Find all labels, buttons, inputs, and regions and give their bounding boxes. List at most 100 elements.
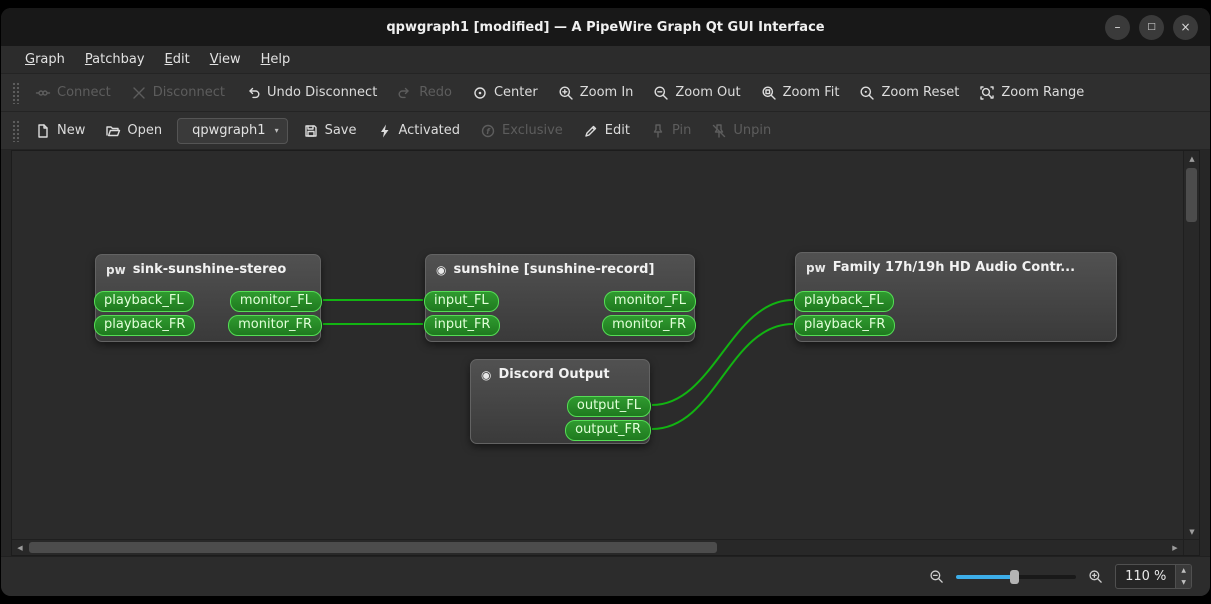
save-button[interactable]: Save — [294, 116, 366, 146]
spin-up-icon[interactable]: ▲ — [1176, 565, 1191, 577]
session-name: qpwgraph1 — [192, 123, 266, 138]
titlebar[interactable]: qpwgraph1 [modified] — A PipeWire Graph … — [1, 8, 1210, 46]
horizontal-scroll-thumb[interactable] — [29, 542, 717, 553]
new-file-icon — [38, 123, 48, 138]
zoom-in-icon[interactable] — [1088, 569, 1103, 584]
patchbay-toolbar: New Open qpwgraph1 ▾ Save Activated f Ex… — [1, 112, 1210, 150]
zoom-spinbox[interactable]: 110 % ▲ ▼ — [1115, 564, 1192, 589]
maximize-icon: □ — [1147, 21, 1156, 32]
zoom-slider-fill — [956, 574, 1014, 579]
menu-edit[interactable]: Edit — [155, 46, 200, 73]
port-in[interactable]: playback_FR — [794, 315, 896, 336]
undo-icon — [249, 87, 260, 98]
pin-icon — [653, 123, 663, 138]
node-title: sink-sunshine-stereo — [132, 262, 287, 277]
maximize-button[interactable]: □ — [1139, 14, 1164, 40]
scroll-down-icon[interactable]: ▼ — [1184, 524, 1200, 539]
spin-down-icon[interactable]: ▼ — [1176, 576, 1191, 588]
menu-help[interactable]: Help — [251, 46, 301, 73]
toolbar-grip-icon[interactable] — [12, 119, 19, 142]
open-folder-icon — [106, 125, 121, 136]
port-in[interactable]: input_FL — [424, 291, 499, 312]
zoom-out-icon[interactable] — [929, 569, 944, 584]
zoom-fit-button[interactable]: Zoom Fit — [752, 78, 849, 108]
pipewire-icon: pw — [806, 260, 826, 275]
undo-button[interactable]: Undo Disconnect — [236, 78, 386, 108]
exclusive-toggle[interactable]: f Exclusive — [471, 116, 572, 146]
zoom-out-button[interactable]: Zoom Out — [644, 78, 749, 108]
port-out[interactable]: output_FL — [566, 396, 651, 417]
redo-button[interactable]: Redo — [388, 78, 461, 108]
zoom-reset-icon — [860, 86, 875, 100]
app-window: qpwgraph1 [modified] — A PipeWire Graph … — [1, 8, 1210, 596]
menu-patchbay[interactable]: Patchbay — [75, 46, 155, 73]
scroll-up-icon[interactable]: ▲ — [1184, 151, 1200, 166]
application-icon: ◉ — [436, 262, 447, 277]
port-in[interactable]: playback_FR — [94, 315, 196, 336]
close-button[interactable]: × — [1173, 14, 1198, 40]
toolbar-grip-icon[interactable] — [12, 81, 19, 104]
disconnect-icon — [133, 86, 145, 99]
session-select[interactable]: qpwgraph1 ▾ — [177, 117, 288, 144]
menubar: Graph Patchbay Edit View Help — [1, 46, 1210, 74]
window-title: qpwgraph1 [modified] — A PipeWire Graph … — [386, 19, 825, 35]
zoom-in-icon — [559, 86, 573, 100]
minimize-icon: – — [1114, 20, 1121, 34]
center-button[interactable]: Center — [463, 78, 547, 108]
graph-canvas[interactable]: pw sink-sunshine-stereo playback_FL play… — [12, 151, 1183, 539]
connect-icon — [35, 89, 51, 96]
zoom-value: 110 % — [1125, 569, 1167, 584]
node-sink-sunshine-stereo[interactable]: pw sink-sunshine-stereo playback_FL play… — [94, 254, 322, 342]
menu-graph[interactable]: Graph — [15, 46, 75, 73]
port-out[interactable]: monitor_FR — [602, 315, 696, 336]
unpin-button[interactable]: Unpin — [702, 116, 780, 146]
zoom-slider-handle[interactable] — [1009, 569, 1019, 584]
node-title: sunshine [sunshine-record] — [453, 262, 655, 277]
minimize-button[interactable]: – — [1105, 14, 1130, 40]
pipewire-icon: pw — [106, 262, 126, 277]
node-title: Discord Output — [498, 367, 610, 382]
new-button[interactable]: New — [26, 116, 94, 146]
zoom-slider[interactable] — [956, 569, 1077, 584]
port-in[interactable]: input_FR — [424, 315, 501, 336]
port-in[interactable]: playback_FL — [94, 291, 194, 312]
node-title: Family 17h/19h HD Audio Contr... — [832, 260, 1076, 275]
save-icon — [304, 124, 317, 137]
close-icon: × — [1180, 20, 1191, 34]
node-discord-output[interactable]: ◉ Discord Output output_FL output_FR — [470, 359, 651, 444]
zoom-range-button[interactable]: Zoom Range — [970, 78, 1093, 108]
zoom-fit-icon — [762, 86, 776, 100]
zoom-in-button[interactable]: Zoom In — [549, 78, 643, 108]
activated-toggle[interactable]: Activated — [368, 116, 470, 146]
node-family-hd-audio[interactable]: pw Family 17h/19h HD Audio Contr... play… — [794, 252, 1117, 342]
port-out[interactable]: monitor_FL — [603, 291, 696, 312]
redo-icon — [398, 87, 409, 98]
horizontal-scrollbar[interactable]: ◀ ▶ — [12, 539, 1183, 555]
window-controls: – □ × — [1105, 14, 1210, 40]
connect-button[interactable]: Connect — [26, 78, 120, 108]
scrollbar-corner — [1183, 539, 1199, 555]
port-out[interactable]: monitor_FR — [228, 315, 322, 336]
open-button[interactable]: Open — [96, 116, 171, 146]
zoom-reset-button[interactable]: Zoom Reset — [850, 78, 968, 108]
pencil-icon — [585, 125, 596, 137]
scroll-right-icon[interactable]: ▶ — [1167, 540, 1183, 555]
zoom-range-icon — [980, 85, 995, 100]
lightning-icon — [380, 124, 388, 137]
chevron-down-icon: ▾ — [274, 126, 279, 135]
port-in[interactable]: playback_FL — [794, 291, 894, 312]
scroll-left-icon[interactable]: ◀ — [12, 540, 28, 555]
statusbar: 110 % ▲ ▼ — [1, 556, 1210, 596]
port-out[interactable]: output_FR — [565, 420, 651, 441]
node-sunshine[interactable]: ◉ sunshine [sunshine-record] input_FL in… — [424, 254, 696, 342]
port-out[interactable]: monitor_FL — [229, 291, 322, 312]
vertical-scrollbar[interactable]: ▲ ▼ — [1183, 151, 1199, 539]
application-icon: ◉ — [481, 367, 492, 382]
svg-text:f: f — [486, 126, 491, 135]
pin-button[interactable]: Pin — [641, 116, 700, 146]
canvas-frame: pw sink-sunshine-stereo playback_FL play… — [11, 150, 1200, 556]
menu-view[interactable]: View — [200, 46, 251, 73]
disconnect-button[interactable]: Disconnect — [122, 78, 234, 108]
edit-button[interactable]: Edit — [574, 116, 639, 146]
vertical-scroll-thumb[interactable] — [1186, 168, 1197, 222]
